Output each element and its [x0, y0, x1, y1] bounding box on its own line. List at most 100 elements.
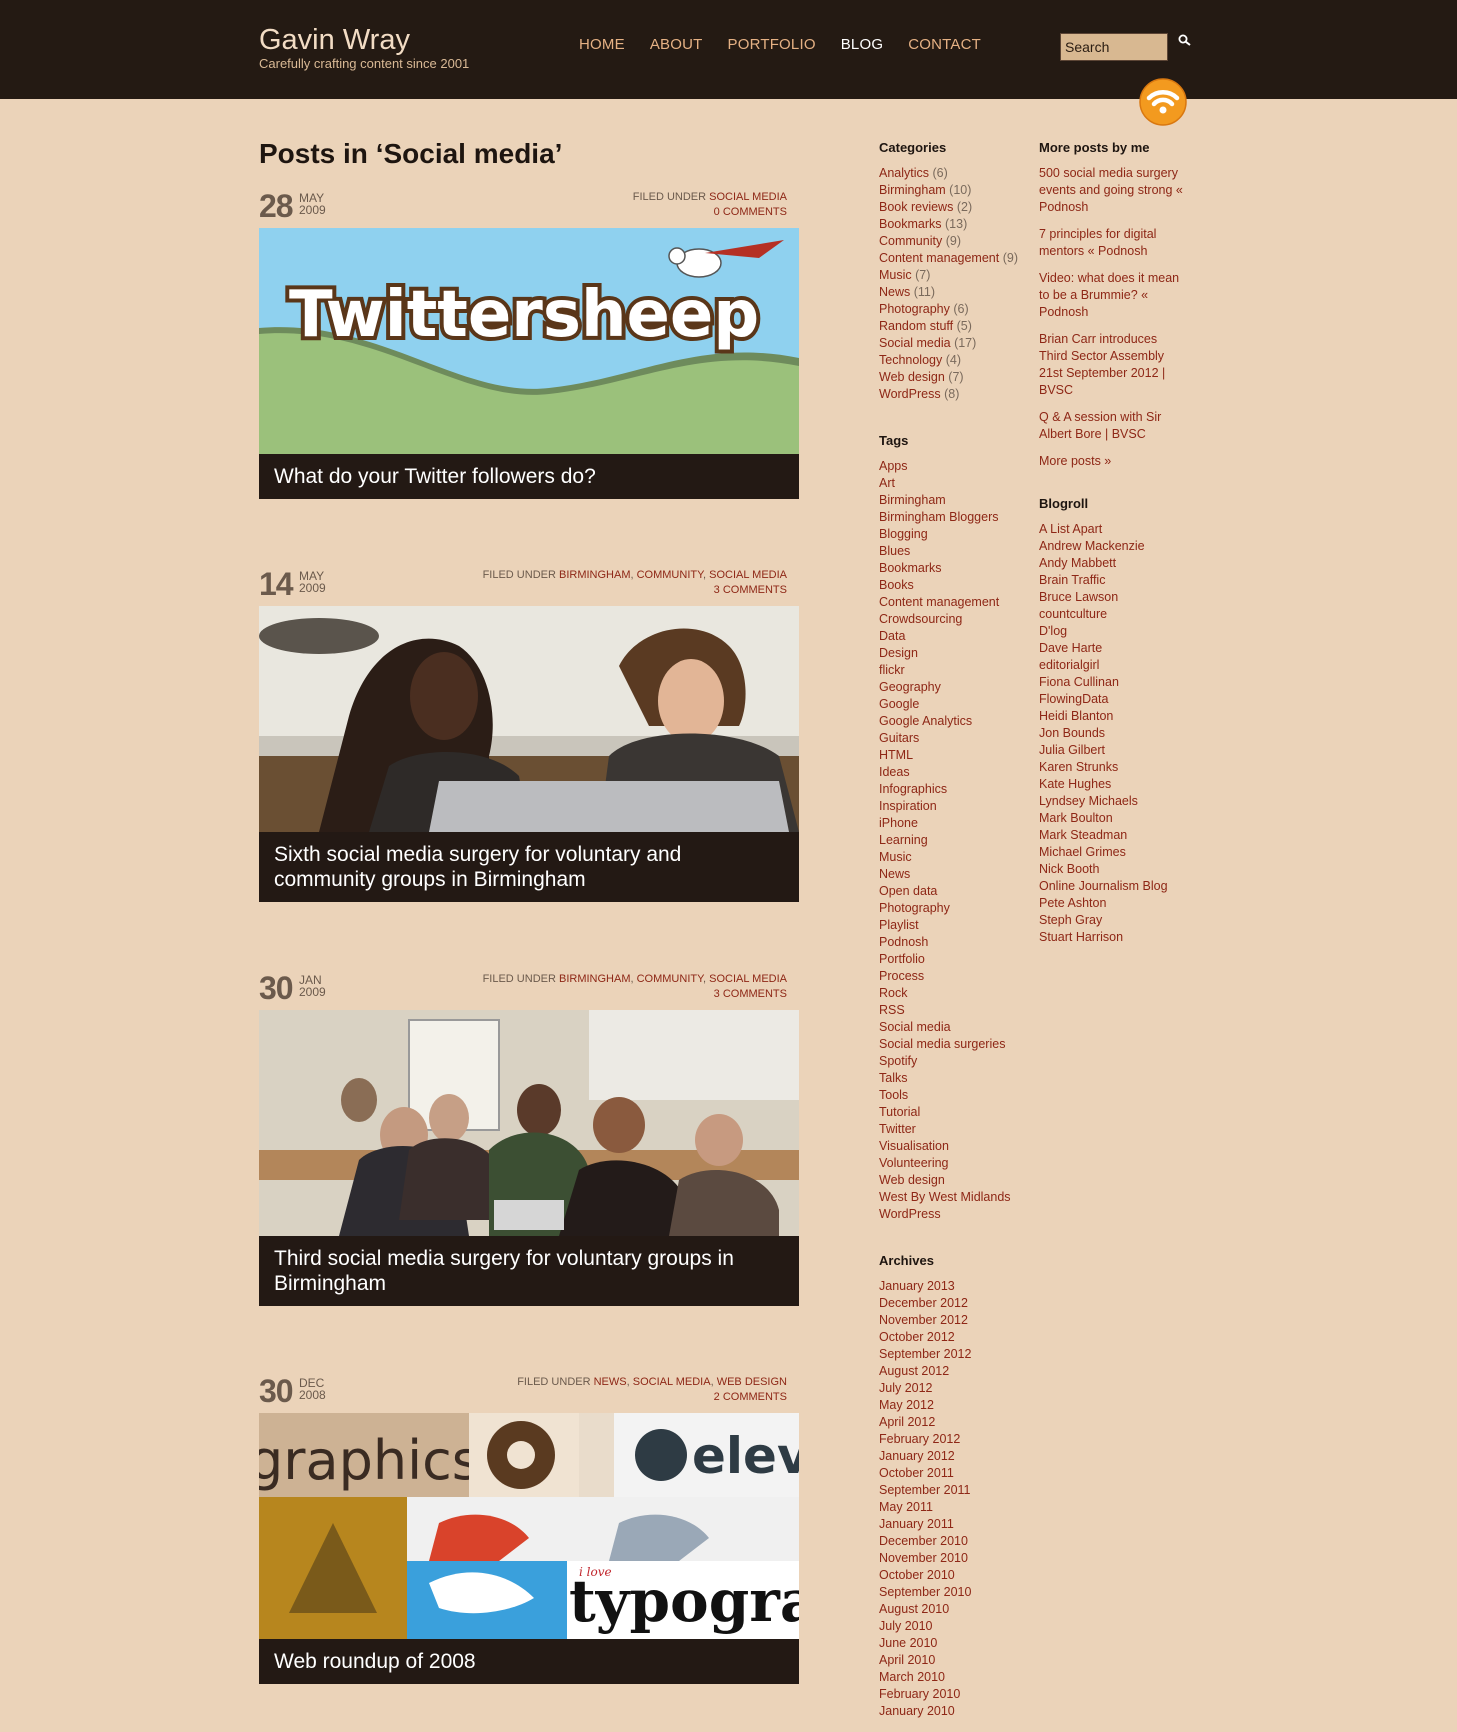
- archives-link[interactable]: May 2011: [879, 1500, 933, 1514]
- archives-link[interactable]: May 2012: [879, 1398, 934, 1412]
- category-link[interactable]: BIRMINGHAM: [559, 973, 631, 985]
- tags-link[interactable]: Art: [879, 476, 895, 490]
- tags-link[interactable]: Volunteering: [879, 1156, 949, 1170]
- archives-link[interactable]: January 2013: [879, 1279, 955, 1293]
- categories-link[interactable]: News: [879, 285, 910, 299]
- tags-link[interactable]: flickr: [879, 663, 905, 677]
- tags-link[interactable]: Twitter: [879, 1122, 916, 1136]
- archives-link[interactable]: July 2010: [879, 1619, 933, 1633]
- archives-link[interactable]: October 2012: [879, 1330, 955, 1344]
- blogroll-link[interactable]: A List Apart: [1039, 522, 1102, 536]
- category-link[interactable]: COMMUNITY: [637, 569, 703, 581]
- archives-link[interactable]: January 2011: [879, 1517, 954, 1531]
- tags-link[interactable]: Blogging: [879, 527, 928, 541]
- archives-link[interactable]: June 2010: [879, 1636, 937, 1650]
- archives-link[interactable]: November 2012: [879, 1313, 968, 1327]
- tags-link[interactable]: WordPress: [879, 1207, 941, 1221]
- more-posts-link[interactable]: Video: what does it mean to be a Brummie…: [1039, 271, 1179, 319]
- tags-link[interactable]: RSS: [879, 1003, 905, 1017]
- tags-link[interactable]: Apps: [879, 459, 908, 473]
- tags-link[interactable]: Birmingham Bloggers: [879, 510, 999, 524]
- category-link[interactable]: WEB DESIGN: [717, 1376, 787, 1388]
- tags-link[interactable]: Spotify: [879, 1054, 917, 1068]
- site-title[interactable]: Gavin Wray: [259, 24, 410, 57]
- rss-feed-icon[interactable]: [1139, 78, 1187, 126]
- archives-link[interactable]: March 2010: [879, 1670, 945, 1684]
- categories-link[interactable]: Music: [879, 268, 912, 282]
- more-posts-link[interactable]: Q & A session with Sir Albert Bore | BVS…: [1039, 410, 1161, 441]
- tags-link[interactable]: Web design: [879, 1173, 945, 1187]
- nav-contact[interactable]: CONTACT: [908, 36, 981, 53]
- blogroll-link[interactable]: Julia Gilbert: [1039, 743, 1105, 757]
- categories-link[interactable]: Technology: [879, 353, 942, 367]
- more-posts-link[interactable]: 7 principles for digital mentors « Podno…: [1039, 227, 1156, 258]
- tags-link[interactable]: Portfolio: [879, 952, 925, 966]
- blogroll-link[interactable]: countculture: [1039, 607, 1107, 621]
- archives-link[interactable]: April 2012: [879, 1415, 935, 1429]
- tags-link[interactable]: Google: [879, 697, 919, 711]
- archives-link[interactable]: October 2010: [879, 1568, 955, 1582]
- tags-link[interactable]: Design: [879, 646, 918, 660]
- tags-link[interactable]: Blues: [879, 544, 910, 558]
- search-input[interactable]: Search: [1060, 33, 1168, 61]
- blogroll-link[interactable]: Pete Ashton: [1039, 896, 1106, 910]
- archives-link[interactable]: December 2012: [879, 1296, 968, 1310]
- blogroll-link[interactable]: Steph Gray: [1039, 913, 1102, 927]
- blogroll-link[interactable]: Andy Mabbett: [1039, 556, 1116, 570]
- tags-link[interactable]: Ideas: [879, 765, 910, 779]
- tags-link[interactable]: Tools: [879, 1088, 908, 1102]
- archives-link[interactable]: November 2010: [879, 1551, 968, 1565]
- post-title-link[interactable]: Sixth social media surgery for voluntary…: [259, 832, 799, 902]
- category-link[interactable]: SOCIAL MEDIA: [709, 569, 787, 581]
- archives-link[interactable]: July 2012: [879, 1381, 933, 1395]
- categories-link[interactable]: Photography: [879, 302, 950, 316]
- comments-link[interactable]: 3 COMMENTS: [714, 584, 787, 596]
- categories-link[interactable]: Random stuff: [879, 319, 953, 333]
- comments-link[interactable]: 0 COMMENTS: [714, 206, 787, 218]
- archives-link[interactable]: February 2012: [879, 1432, 960, 1446]
- post-title-link[interactable]: Web roundup of 2008: [259, 1639, 799, 1684]
- blogroll-link[interactable]: Jon Bounds: [1039, 726, 1105, 740]
- nav-home[interactable]: HOME: [579, 36, 625, 53]
- nav-blog[interactable]: BLOG: [841, 36, 883, 53]
- tags-link[interactable]: Inspiration: [879, 799, 937, 813]
- categories-link[interactable]: WordPress: [879, 387, 941, 401]
- comments-link[interactable]: 3 COMMENTS: [714, 988, 787, 1000]
- tags-link[interactable]: Social media: [879, 1020, 951, 1034]
- archives-link[interactable]: October 2011: [879, 1466, 954, 1480]
- categories-link[interactable]: Social media: [879, 336, 951, 350]
- tags-link[interactable]: Learning: [879, 833, 928, 847]
- tags-link[interactable]: Visualisation: [879, 1139, 949, 1153]
- blogroll-link[interactable]: Lyndsey Michaels: [1039, 794, 1138, 808]
- tags-link[interactable]: Birmingham: [879, 493, 946, 507]
- archives-link[interactable]: September 2011: [879, 1483, 971, 1497]
- blogroll-link[interactable]: Online Journalism Blog: [1039, 879, 1168, 893]
- more-posts-link[interactable]: Brian Carr introduces Third Sector Assem…: [1039, 332, 1165, 397]
- categories-link[interactable]: Book reviews: [879, 200, 953, 214]
- tags-link[interactable]: Process: [879, 969, 924, 983]
- tags-link[interactable]: Crowdsourcing: [879, 612, 962, 626]
- categories-link[interactable]: Birmingham: [879, 183, 946, 197]
- post-thumbnail-image[interactable]: graphics eleve i love typogra: [259, 1413, 799, 1639]
- post-thumbnail-image[interactable]: [259, 606, 799, 832]
- tags-link[interactable]: Data: [879, 629, 905, 643]
- blogroll-link[interactable]: Dave Harte: [1039, 641, 1102, 655]
- nav-about[interactable]: ABOUT: [650, 36, 703, 53]
- blogroll-link[interactable]: Mark Steadman: [1039, 828, 1127, 842]
- blogroll-link[interactable]: Kate Hughes: [1039, 777, 1111, 791]
- post-title-link[interactable]: What do your Twitter followers do?: [259, 454, 799, 499]
- tags-link[interactable]: Tutorial: [879, 1105, 920, 1119]
- tags-link[interactable]: Guitars: [879, 731, 919, 745]
- more-posts-link[interactable]: 500 social media surgery events and goin…: [1039, 166, 1183, 214]
- post-thumbnail-image[interactable]: [259, 1010, 799, 1236]
- tags-link[interactable]: HTML: [879, 748, 913, 762]
- archives-link[interactable]: April 2010: [879, 1653, 935, 1667]
- search-icon[interactable]: [1177, 33, 1193, 49]
- archives-link[interactable]: August 2010: [879, 1602, 949, 1616]
- blogroll-link[interactable]: Mark Boulton: [1039, 811, 1113, 825]
- post-thumbnail-image[interactable]: Twittersheep: [259, 228, 799, 454]
- tags-link[interactable]: Google Analytics: [879, 714, 972, 728]
- tags-link[interactable]: Social media surgeries: [879, 1037, 1005, 1051]
- archives-link[interactable]: January 2010: [879, 1704, 955, 1718]
- tags-link[interactable]: Rock: [879, 986, 907, 1000]
